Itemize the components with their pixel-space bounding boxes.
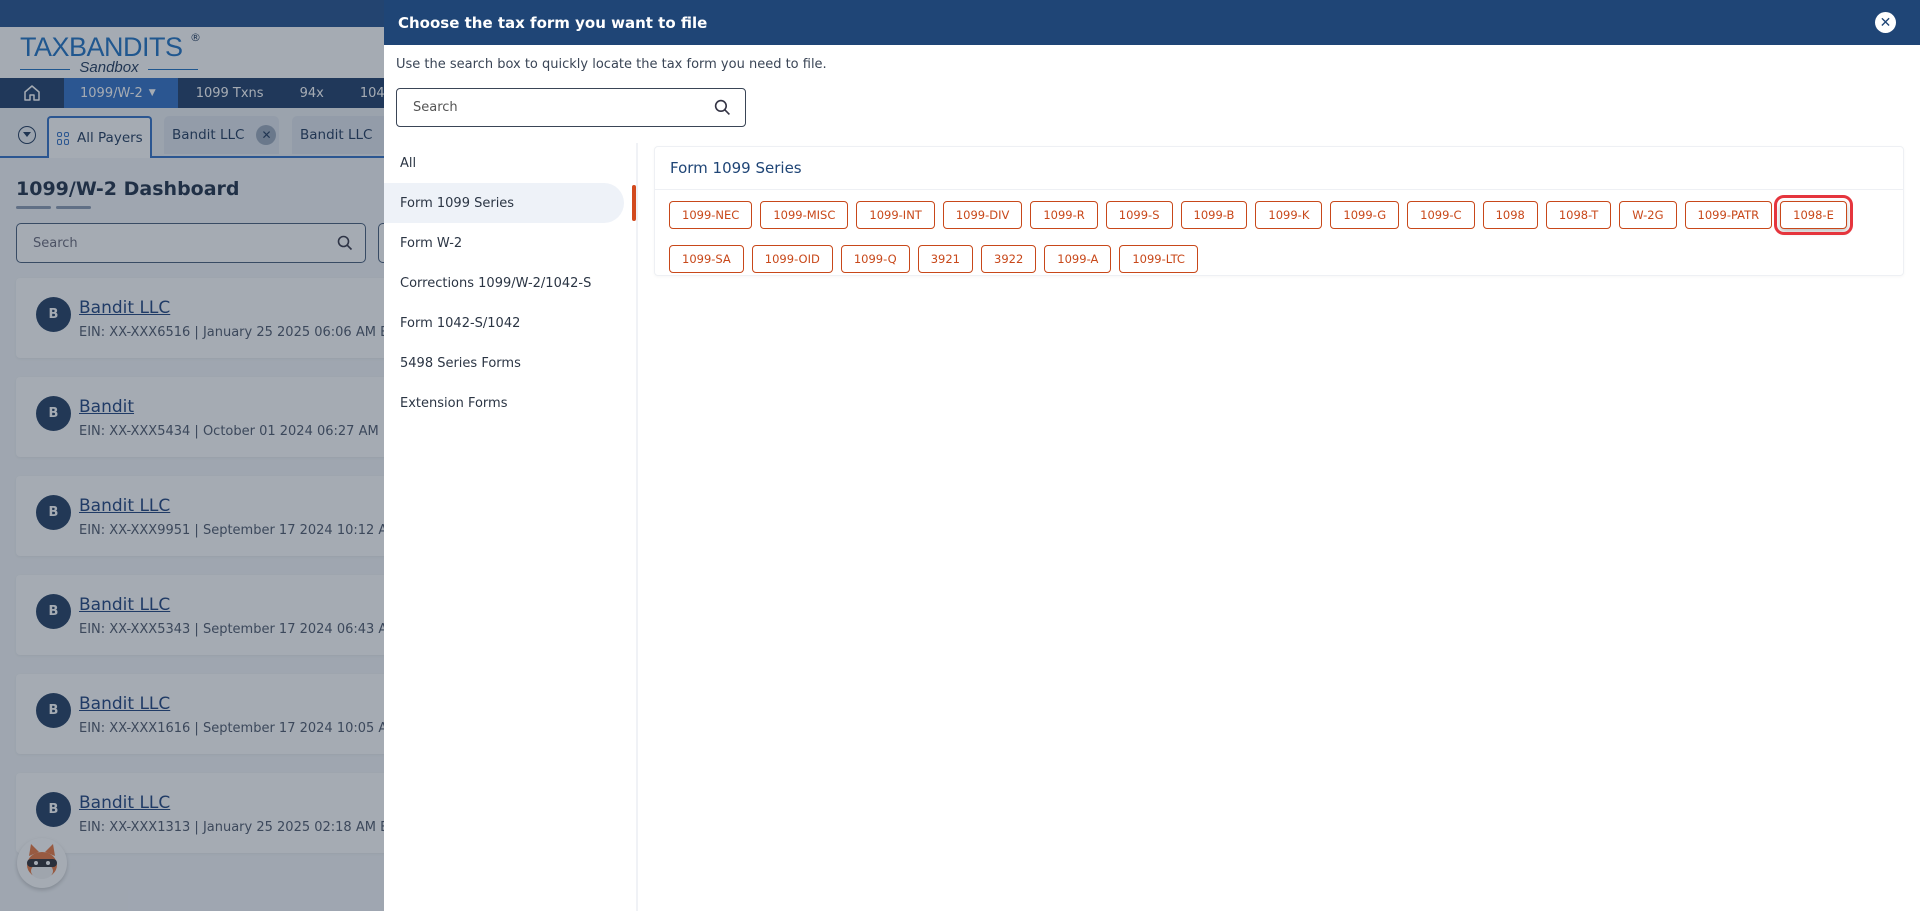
form-chip-1099-r[interactable]: 1099-R bbox=[1030, 201, 1098, 229]
category-item[interactable]: Form 1099 Series bbox=[384, 183, 624, 223]
drawer-hint: Use the search box to quickly locate the… bbox=[396, 57, 827, 72]
section-divider bbox=[655, 189, 1903, 190]
search-icon[interactable] bbox=[714, 99, 731, 116]
drawer-header: Choose the tax form you want to file ✕ bbox=[384, 0, 1920, 45]
form-chip-1099-k[interactable]: 1099-K bbox=[1255, 201, 1323, 229]
form-chip-1099-ltc[interactable]: 1099-LTC bbox=[1119, 245, 1198, 273]
category-item[interactable]: All bbox=[384, 143, 636, 183]
form-chip-1099-a[interactable]: 1099-A bbox=[1044, 245, 1112, 273]
category-item[interactable]: Corrections 1099/W-2/1042-S bbox=[384, 263, 636, 303]
category-item[interactable]: Form W-2 bbox=[384, 223, 636, 263]
category-item[interactable]: 5498 Series Forms bbox=[384, 343, 636, 383]
category-item[interactable]: Extension Forms bbox=[384, 383, 636, 423]
form-chip-1099-nec[interactable]: 1099-NEC bbox=[669, 201, 753, 229]
form-chip-1098-e[interactable]: 1098-E bbox=[1774, 195, 1853, 235]
form-chip-1099-s[interactable]: 1099-S bbox=[1105, 201, 1173, 229]
form-chip-1099-c[interactable]: 1099-C bbox=[1407, 201, 1475, 229]
search-placeholder: Search bbox=[413, 100, 458, 115]
drawer-title: Choose the tax form you want to file bbox=[398, 13, 708, 32]
form-chip-1099-int[interactable]: 1099-INT bbox=[856, 201, 935, 229]
form-chip-w-2g[interactable]: W-2G bbox=[1619, 201, 1677, 229]
form-chips: 1099-NEC 1099-MISC 1099-INT 1099-DIV 1099-R 1… bbox=[669, 195, 1899, 273]
form-chip-3922[interactable]: 3922 bbox=[981, 245, 1037, 273]
form-chip-1099-sa[interactable]: 1099-SA bbox=[669, 245, 744, 273]
category-divider bbox=[636, 143, 638, 911]
form-chip-1099-patr[interactable]: 1099-PATR bbox=[1684, 201, 1773, 229]
form-chip-1098[interactable]: 1098 bbox=[1482, 201, 1538, 229]
category-item[interactable]: Form 1042-S/1042 bbox=[384, 303, 636, 343]
close-icon: ✕ bbox=[1879, 14, 1892, 31]
category-list: All Form 1099 Series Form W-2 Corrections 1… bbox=[384, 143, 636, 423]
form-chip-3921[interactable]: 3921 bbox=[917, 245, 974, 273]
close-button[interactable]: ✕ bbox=[1875, 12, 1896, 33]
form-chip-1099-div[interactable]: 1099-DIV bbox=[942, 201, 1023, 229]
form-chip-1099-oid[interactable]: 1099-OID bbox=[751, 245, 833, 273]
form-chip-1099-q[interactable]: 1099-Q bbox=[840, 245, 910, 273]
choose-form-drawer: Choose the tax form you want to file ✕ U… bbox=[384, 0, 1920, 911]
form-chip-1099-g[interactable]: 1099-G bbox=[1330, 201, 1400, 229]
form-chip-1099-misc[interactable]: 1099-MISC bbox=[760, 201, 849, 229]
form-search-input[interactable]: Search bbox=[396, 88, 746, 127]
form-chip-1098-t[interactable]: 1098-T bbox=[1545, 201, 1612, 229]
section-title: Form 1099 Series bbox=[670, 159, 802, 177]
form-chip-1099-b[interactable]: 1099-B bbox=[1180, 201, 1248, 229]
form-series-panel: Form 1099 Series 1099-NEC 1099-MISC 1099-I… bbox=[654, 146, 1904, 276]
